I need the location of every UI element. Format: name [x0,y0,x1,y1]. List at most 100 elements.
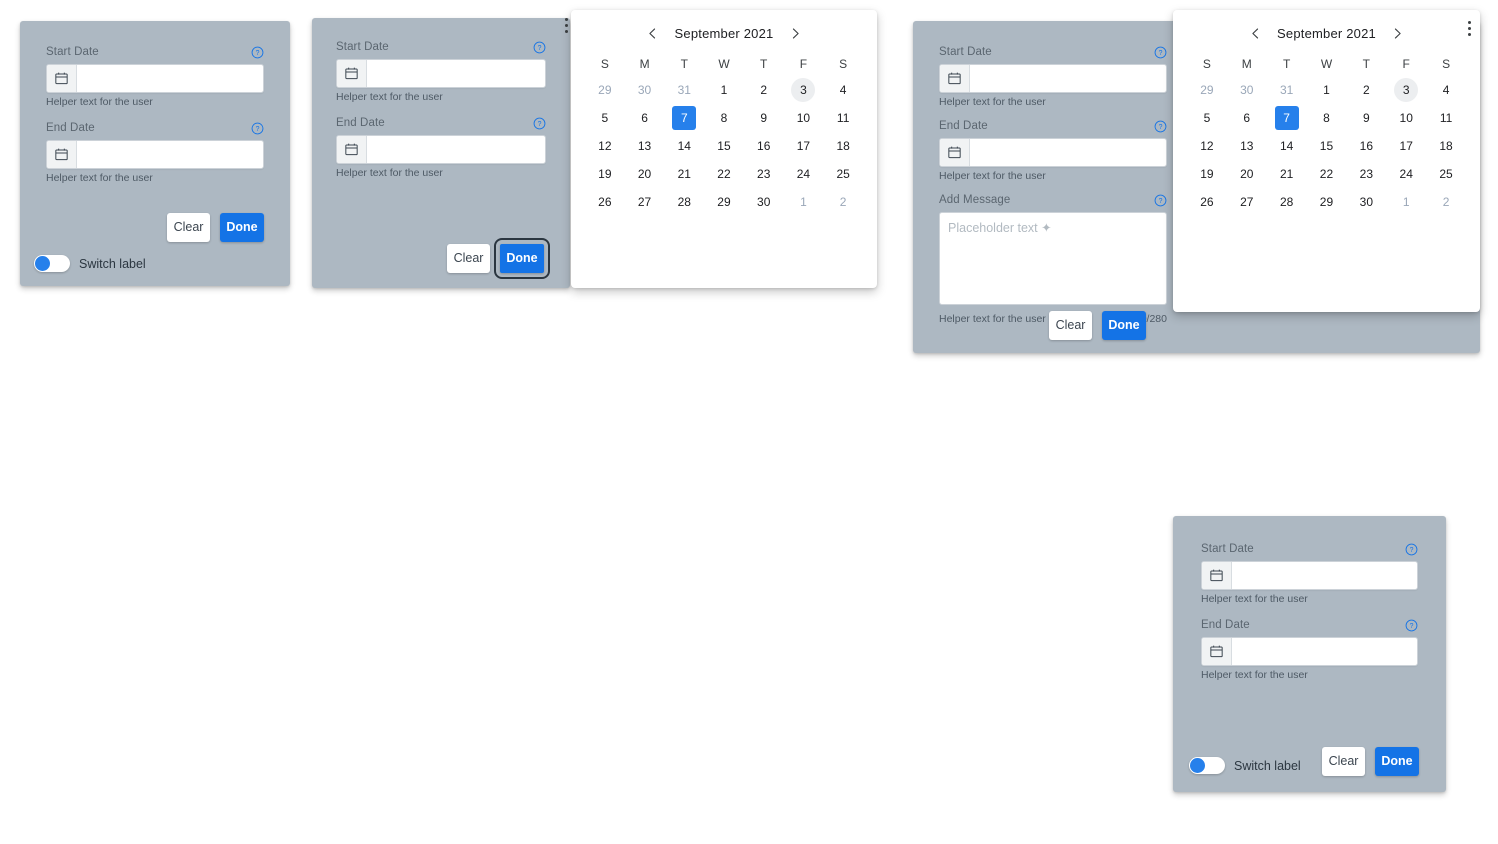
calendar-day[interactable]: 5 [1195,106,1219,130]
calendar-icon[interactable] [47,65,77,92]
calendar-day-today[interactable]: 3 [1394,78,1419,102]
calendar-day-muted[interactable]: 30 [1235,78,1259,102]
calendar-day[interactable]: 17 [791,134,815,158]
calendar-day-today[interactable]: 3 [791,78,816,102]
chevron-right-icon[interactable] [787,25,803,41]
done-button[interactable]: Done [1102,311,1146,340]
calendar-day[interactable]: 2 [1354,78,1378,102]
calendar-icon[interactable] [337,136,367,163]
calendar-day-muted[interactable]: 31 [672,78,696,102]
done-button[interactable]: Done [494,238,550,279]
calendar-day[interactable]: 14 [1275,134,1299,158]
calendar-day[interactable]: 11 [1434,106,1458,130]
calendar-day[interactable]: 22 [712,162,736,186]
calendar-day[interactable]: 21 [672,162,696,186]
calendar-day[interactable]: 29 [1314,190,1338,214]
clear-button[interactable]: Clear [167,213,210,242]
calendar-day[interactable]: 11 [831,106,855,130]
calendar-day[interactable]: 10 [1394,106,1418,130]
calendar-day[interactable]: 19 [593,162,617,186]
calendar-day[interactable]: 13 [1235,134,1259,158]
calendar-day[interactable]: 18 [1434,134,1458,158]
calendar-day[interactable]: 4 [831,78,855,102]
calendar-day[interactable]: 12 [593,134,617,158]
calendar-day-muted[interactable]: 29 [593,78,617,102]
more-vertical-icon[interactable] [565,18,568,33]
calendar-day[interactable]: 23 [752,162,776,186]
calendar-day[interactable]: 8 [712,106,736,130]
clear-button[interactable]: Clear [1049,311,1092,340]
help-circle-icon[interactable]: ? [1405,543,1418,556]
calendar-day[interactable]: 1 [712,78,736,102]
end-date-input[interactable] [1232,638,1417,665]
calendar-day[interactable]: 18 [831,134,855,158]
switch-toggle[interactable] [34,255,70,272]
switch-toggle[interactable] [1189,757,1225,774]
calendar-day[interactable]: 8 [1314,106,1338,130]
calendar-day[interactable]: 26 [1195,190,1219,214]
calendar-icon[interactable] [1202,638,1232,665]
help-circle-icon[interactable]: ? [251,122,264,135]
calendar-icon[interactable] [47,141,77,168]
calendar-day[interactable]: 15 [1314,134,1338,158]
calendar-day-selected[interactable]: 7 [672,106,697,130]
calendar-icon[interactable] [1202,562,1232,589]
calendar-day[interactable]: 6 [633,106,657,130]
done-button[interactable]: Done [220,213,264,242]
calendar-day[interactable]: 21 [1275,162,1299,186]
clear-button[interactable]: Clear [1322,747,1365,776]
calendar-day[interactable]: 4 [1434,78,1458,102]
calendar-day[interactable]: 2 [752,78,776,102]
calendar-day-muted[interactable]: 30 [633,78,657,102]
end-date-input[interactable] [970,139,1166,166]
calendar-day-selected[interactable]: 7 [1274,106,1299,130]
calendar-day[interactable]: 13 [633,134,657,158]
calendar-day[interactable]: 27 [633,190,657,214]
calendar-day[interactable]: 24 [1394,162,1418,186]
more-vertical-icon[interactable] [1468,21,1471,36]
add-message-textarea[interactable] [939,212,1167,305]
start-date-input[interactable] [1232,562,1417,589]
help-circle-icon[interactable]: ? [533,117,546,130]
calendar-day[interactable]: 5 [593,106,617,130]
calendar-day-muted[interactable]: 2 [1434,190,1458,214]
calendar-day[interactable]: 16 [1354,134,1378,158]
calendar-day-muted[interactable]: 31 [1275,78,1299,102]
help-circle-icon[interactable]: ? [1154,194,1167,207]
calendar-day-muted[interactable]: 1 [1394,190,1418,214]
chevron-left-icon[interactable] [1247,25,1263,41]
calendar-day[interactable]: 30 [752,190,776,214]
calendar-day-muted[interactable]: 29 [1195,78,1219,102]
calendar-icon[interactable] [940,65,970,92]
calendar-day[interactable]: 30 [1354,190,1378,214]
calendar-day[interactable]: 10 [791,106,815,130]
calendar-day[interactable]: 20 [1235,162,1259,186]
calendar-day[interactable]: 24 [791,162,815,186]
calendar-day[interactable]: 28 [1275,190,1299,214]
calendar-day[interactable]: 29 [712,190,736,214]
calendar-day[interactable]: 12 [1195,134,1219,158]
calendar-day[interactable]: 28 [672,190,696,214]
calendar-day[interactable]: 16 [752,134,776,158]
calendar-day[interactable]: 22 [1314,162,1338,186]
chevron-left-icon[interactable] [645,25,661,41]
help-circle-icon[interactable]: ? [251,46,264,59]
calendar-day[interactable]: 9 [752,106,776,130]
done-button[interactable]: Done [1375,747,1419,776]
calendar-day[interactable]: 25 [831,162,855,186]
calendar-day[interactable]: 15 [712,134,736,158]
calendar-icon[interactable] [337,60,367,87]
calendar-day[interactable]: 27 [1235,190,1259,214]
help-circle-icon[interactable]: ? [533,41,546,54]
start-date-input[interactable] [970,65,1166,92]
calendar-day[interactable]: 20 [633,162,657,186]
calendar-icon[interactable] [940,139,970,166]
calendar-day-muted[interactable]: 1 [791,190,815,214]
calendar-day[interactable]: 19 [1195,162,1219,186]
calendar-day[interactable]: 26 [593,190,617,214]
calendar-day[interactable]: 23 [1354,162,1378,186]
help-circle-icon[interactable]: ? [1154,46,1167,59]
start-date-input[interactable] [367,60,545,87]
end-date-input[interactable] [77,141,263,168]
start-date-input[interactable] [77,65,263,92]
